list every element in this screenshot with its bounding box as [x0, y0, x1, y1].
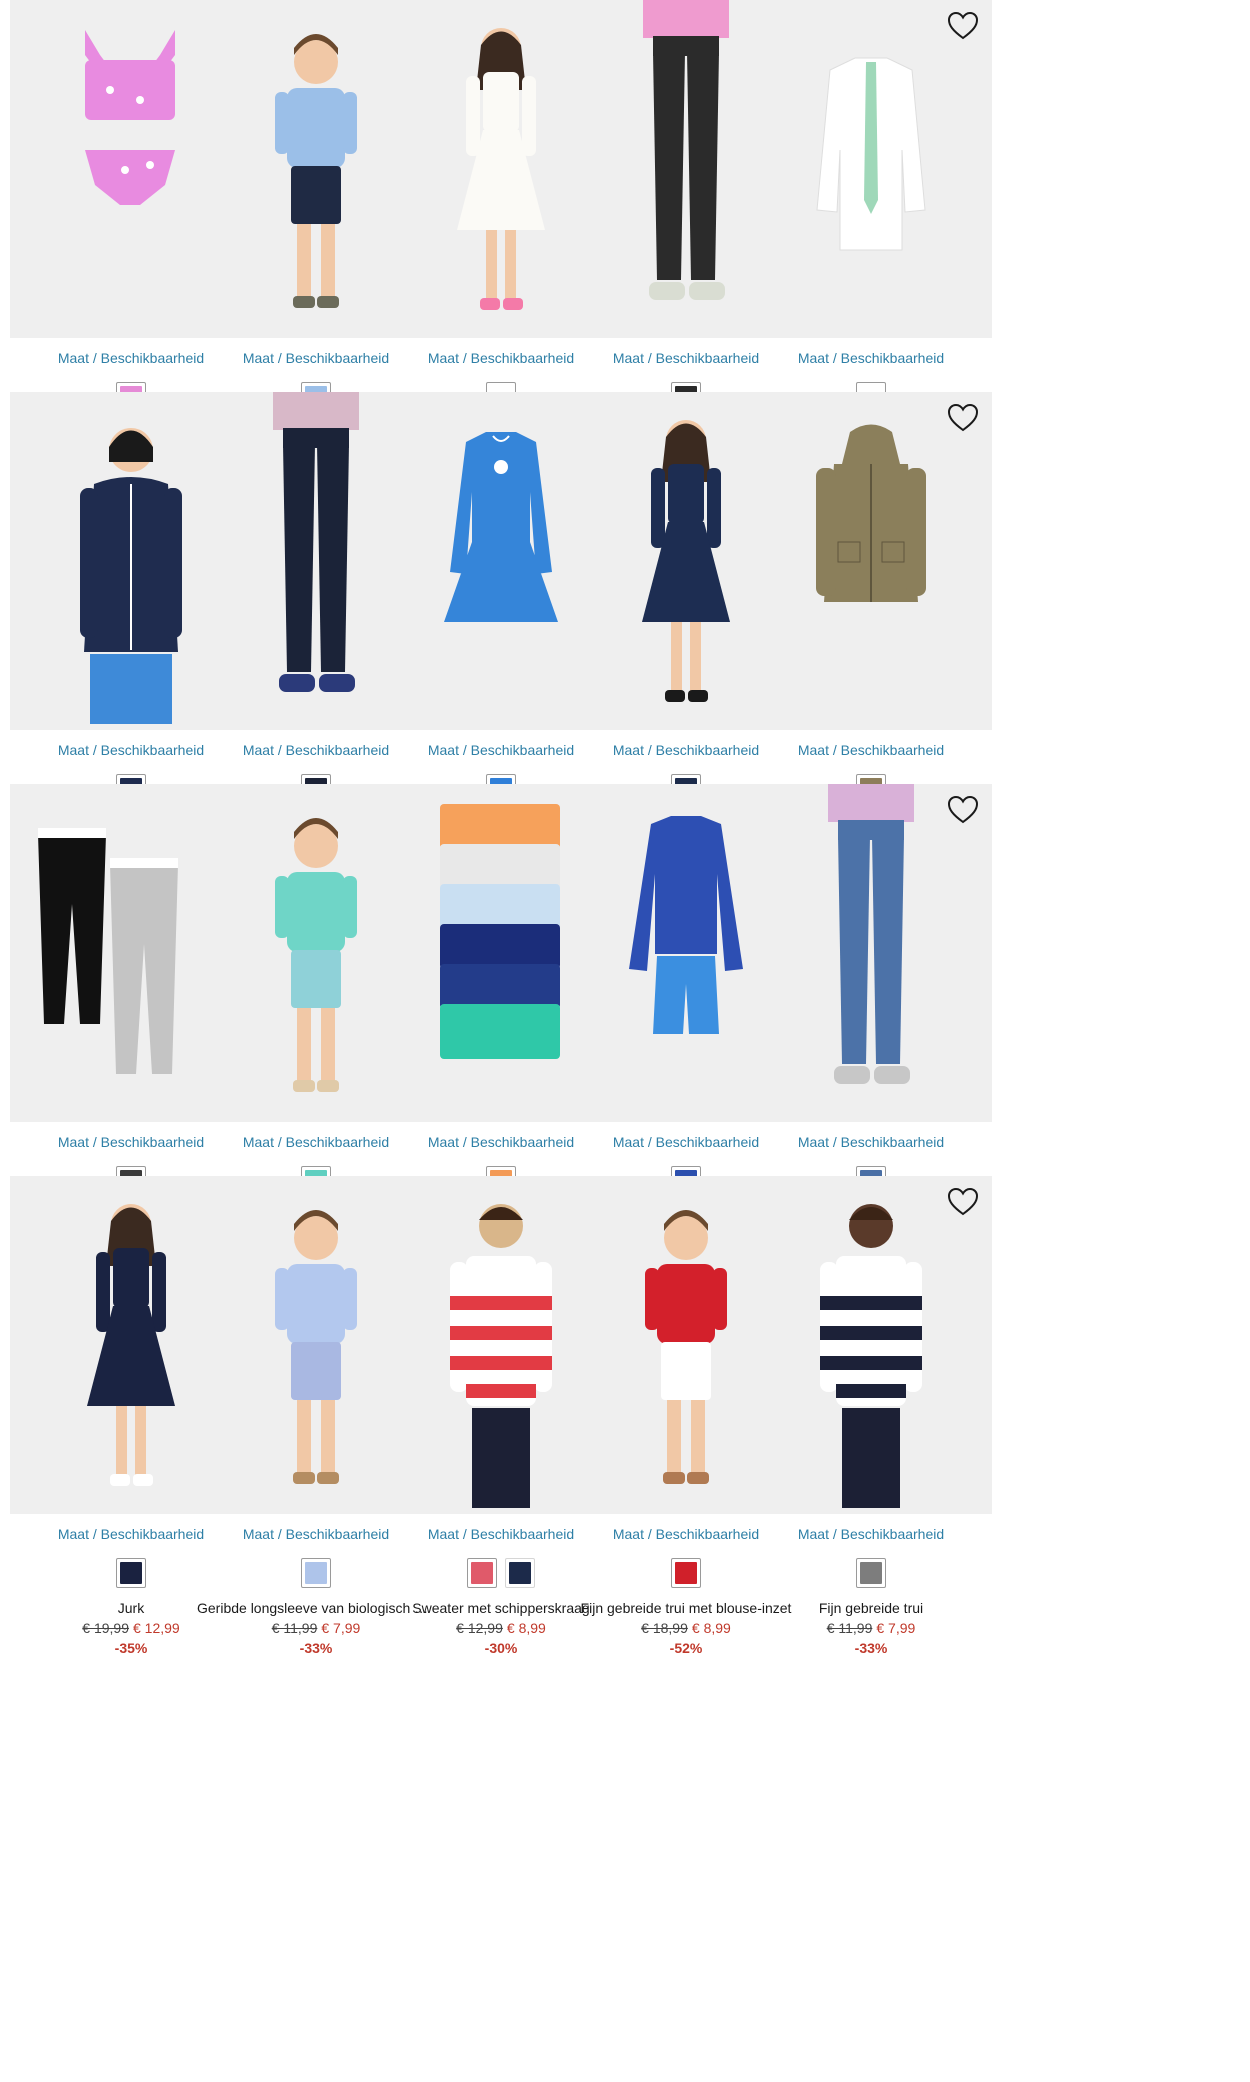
product-image[interactable]: [750, 1176, 992, 1514]
color-swatch[interactable]: [116, 1558, 146, 1588]
wishlist-heart-icon[interactable]: [946, 402, 980, 434]
sale-price: € 12,99: [133, 1620, 180, 1636]
old-price: € 18,99: [641, 1620, 688, 1636]
sale-price: € 7,99: [321, 1620, 361, 1636]
product-image[interactable]: [750, 784, 992, 1122]
old-price: € 12,99: [456, 1620, 503, 1636]
old-price: € 11,99: [826, 1620, 873, 1636]
size-availability-link[interactable]: Maat / Beschikbaarheid: [750, 1526, 992, 1542]
color-swatch[interactable]: [505, 1558, 535, 1588]
sale-price: € 8,99: [506, 1620, 546, 1636]
old-price: € 19,99: [82, 1620, 129, 1636]
product-title[interactable]: Fijn gebreide trui: [752, 1600, 990, 1616]
wishlist-heart-icon[interactable]: [946, 1186, 980, 1218]
product-grid: Maat / Beschikbaarheid Bikini (2-dlg. se…: [0, 0, 1250, 2082]
product-image[interactable]: [750, 392, 992, 730]
color-swatch[interactable]: [301, 1558, 331, 1588]
product-card[interactable]: Maat / Beschikbaarheid Fijn gebreide tru…: [750, 1176, 996, 1696]
color-swatch[interactable]: [467, 1558, 497, 1588]
size-availability-link[interactable]: Maat / Beschikbaarheid: [750, 350, 992, 366]
size-availability-link[interactable]: Maat / Beschikbaarheid: [750, 742, 992, 758]
color-swatch[interactable]: [856, 1558, 886, 1588]
color-swatch[interactable]: [671, 1558, 701, 1588]
wishlist-heart-icon[interactable]: [946, 794, 980, 826]
sale-price: € 7,99: [876, 1620, 916, 1636]
sale-price: € 8,99: [691, 1620, 731, 1636]
discount-badge: -33%: [854, 1640, 888, 1656]
product-price: € 11,99€ 7,99: [750, 1620, 992, 1636]
product-image[interactable]: [750, 0, 992, 338]
old-price: € 11,99: [271, 1620, 318, 1636]
wishlist-heart-icon[interactable]: [946, 10, 980, 42]
size-availability-link[interactable]: Maat / Beschikbaarheid: [750, 1134, 992, 1150]
color-swatches: [750, 1558, 992, 1588]
